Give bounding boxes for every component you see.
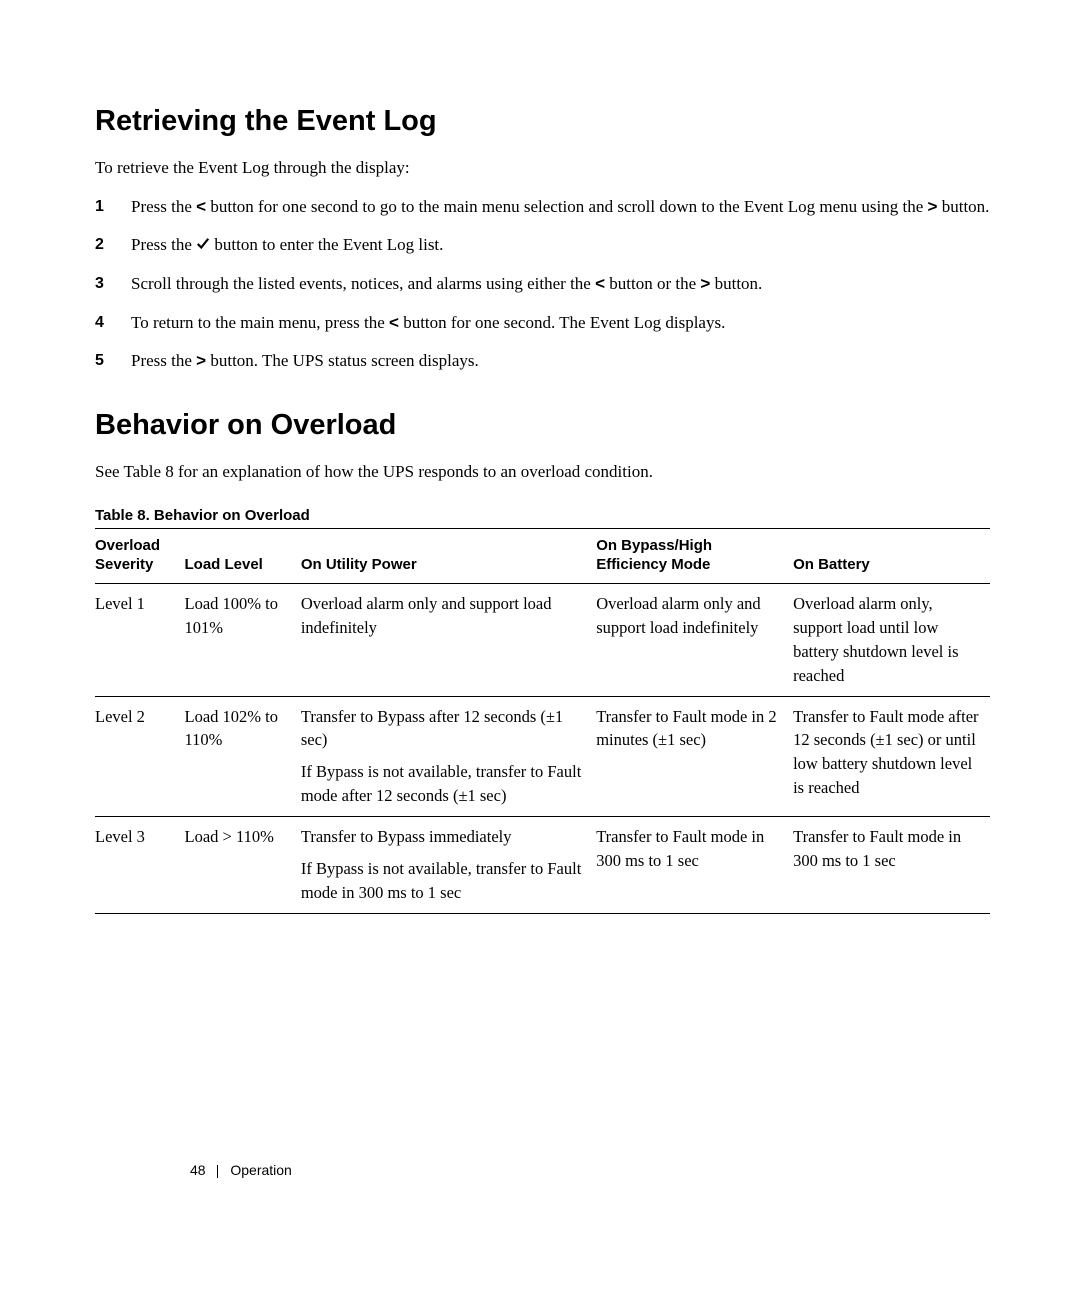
step-text-fragment: button. <box>937 197 989 216</box>
cell-load-level: Load 102% to 110% <box>185 696 301 817</box>
cell-text: Transfer to Bypass after 12 seconds (±1 … <box>301 705 588 753</box>
cell-utility: Overload alarm only and support load ind… <box>301 583 596 696</box>
cell-battery: Overload alarm only, support load until … <box>793 583 990 696</box>
step-text-fragment: Press the <box>131 235 196 254</box>
cell-severity: Level 1 <box>95 583 185 696</box>
table-header-row: Overload Severity Load Level On Utility … <box>95 529 990 584</box>
th-line: Severity <box>95 556 153 573</box>
table-row: Level 1 Load 100% to 101% Overload alarm… <box>95 583 990 696</box>
heading-behavior-on-overload: Behavior on Overload <box>95 404 990 446</box>
table-row: Level 3 Load > 110% Transfer to Bypass i… <box>95 817 990 914</box>
step-text-fragment: To return to the main menu, press the <box>131 313 389 332</box>
cell-text-sub: If Bypass is not available, transfer to … <box>301 760 588 808</box>
th-line: Efficiency Mode <box>596 556 710 573</box>
overload-table: Overload Severity Load Level On Utility … <box>95 528 990 914</box>
step-text-fragment: button or the <box>605 274 700 293</box>
th-line: Overload <box>95 537 160 554</box>
intro-text: To retrieve the Event Log through the di… <box>95 156 990 181</box>
greater-than-icon: > <box>700 274 710 293</box>
greater-than-icon: > <box>928 197 938 216</box>
table-caption: Table 8. Behavior on Overload <box>95 505 990 527</box>
steps-list: 1 Press the < button for one second to g… <box>95 195 990 374</box>
greater-than-icon: > <box>196 351 206 370</box>
th-line: On Bypass/High <box>596 537 712 554</box>
cell-load-level: Load 100% to 101% <box>185 583 301 696</box>
step-text-fragment: Press the <box>131 351 196 370</box>
step-text-fragment: button. The UPS status screen displays. <box>206 351 479 370</box>
cell-severity: Level 2 <box>95 696 185 817</box>
cell-utility: Transfer to Bypass after 12 seconds (±1 … <box>301 696 596 817</box>
step-number: 4 <box>95 311 104 336</box>
step-text-fragment: button to enter the Event Log list. <box>210 235 443 254</box>
less-than-icon: < <box>389 313 399 332</box>
step-text-fragment: Scroll through the listed events, notice… <box>131 274 595 293</box>
page-number: 48 <box>190 1162 206 1178</box>
table-row: Level 2 Load 102% to 110% Transfer to By… <box>95 696 990 817</box>
cell-bypass: Transfer to Fault mode in 300 ms to 1 se… <box>596 817 793 914</box>
step-text-fragment: button for one second to go to the main … <box>206 197 927 216</box>
step-number: 2 <box>95 233 104 258</box>
step-4: 4 To return to the main menu, press the … <box>95 311 990 336</box>
check-icon <box>196 235 210 254</box>
cell-battery: Transfer to Fault mode in 300 ms to 1 se… <box>793 817 990 914</box>
cell-battery: Transfer to Fault mode after 12 seconds … <box>793 696 990 817</box>
footer-divider <box>217 1165 218 1178</box>
heading-retrieving-event-log: Retrieving the Event Log <box>95 100 990 142</box>
cell-text-sub: If Bypass is not available, transfer to … <box>301 857 588 905</box>
less-than-icon: < <box>595 274 605 293</box>
step-number: 3 <box>95 272 104 297</box>
th-on-battery: On Battery <box>793 529 990 584</box>
cell-severity: Level 3 <box>95 817 185 914</box>
th-overload-severity: Overload Severity <box>95 529 185 584</box>
step-5: 5 Press the > button. The UPS status scr… <box>95 349 990 374</box>
th-on-bypass: On Bypass/High Efficiency Mode <box>596 529 793 584</box>
step-text-fragment: button. <box>710 274 762 293</box>
page-footer: 48 Operation <box>190 1160 292 1180</box>
th-on-utility-power: On Utility Power <box>301 529 596 584</box>
cell-load-level: Load > 110% <box>185 817 301 914</box>
step-1: 1 Press the < button for one second to g… <box>95 195 990 220</box>
step-3: 3 Scroll through the listed events, noti… <box>95 272 990 297</box>
th-load-level: Load Level <box>185 529 301 584</box>
step-text-fragment: button for one second. The Event Log dis… <box>399 313 725 332</box>
step-number: 5 <box>95 349 104 374</box>
less-than-icon: < <box>196 197 206 216</box>
intro-text-2: See Table 8 for an explanation of how th… <box>95 460 990 485</box>
cell-text: Transfer to Bypass immediately <box>301 825 588 849</box>
cell-bypass: Overload alarm only and support load ind… <box>596 583 793 696</box>
cell-utility: Transfer to Bypass immediately If Bypass… <box>301 817 596 914</box>
footer-label: Operation <box>230 1162 291 1178</box>
cell-bypass: Transfer to Fault mode in 2 minutes (±1 … <box>596 696 793 817</box>
step-number: 1 <box>95 195 104 220</box>
step-2: 2 Press the button to enter the Event Lo… <box>95 233 990 258</box>
step-text-fragment: Press the <box>131 197 196 216</box>
